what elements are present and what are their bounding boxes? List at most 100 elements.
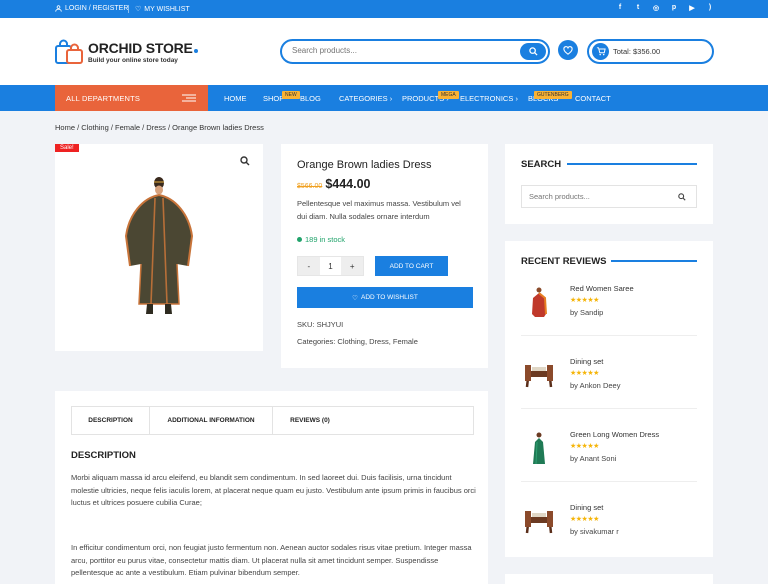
quantity-decrease-button[interactable]: - [298,257,320,275]
review-thumbnail[interactable] [521,430,557,466]
breadcrumb[interactable]: Home / Clothing / Female / Dress / Orang… [55,123,264,132]
product-current-price: $444.00 [325,177,371,191]
nav-item-products[interactable]: MEGAPRODUCTS › [402,91,459,103]
quantity-increase-button[interactable]: + [341,257,364,275]
product-tabs: DESCRIPTION ADDITIONAL INFORMATION REVIE… [71,406,474,435]
product-old-price: $566.00 [297,183,323,190]
review-author: by sivakumar r [570,527,619,536]
header-cart[interactable]: Total: $356.00 [587,39,714,64]
nav-item-categories[interactable]: CATEGORIES › [339,94,392,103]
review-product-title[interactable]: Green Long Women Dress [570,430,659,439]
sale-badge: Sale! [55,144,79,152]
site-header: ORCHID STORE Build your online store tod… [0,18,768,85]
divider [521,335,697,336]
nav-item-blog[interactable]: BLOG [300,94,321,103]
nav-item-blocks[interactable]: GUTENBERGBLOCKS [528,91,572,103]
facebook-icon[interactable]: f [615,4,625,11]
heart-icon [563,45,573,55]
logo-dot [193,49,198,53]
heart-icon: ♡ [352,294,358,302]
sidebar-search-field [521,185,697,208]
header-search [280,39,550,64]
review-thumbnail[interactable] [521,284,557,320]
logo-title: ORCHID STORE [88,40,193,56]
add-to-wishlist-button[interactable]: ♡ ADD TO WISHLIST [297,287,473,308]
nav-item-contact[interactable]: CONTACT [575,94,611,103]
nav-item-electronics[interactable]: ELECTRONICS › [460,94,518,103]
header-search-button[interactable] [520,43,546,60]
product-categories[interactable]: Categories: Clothing, Dress, Female [297,337,418,346]
nav-item-home[interactable]: HOME [224,94,247,103]
top-bar: LOGIN / REGISTER ♡ MY WISHLIST f t ◎ p ▶… [0,0,768,18]
search-icon [528,47,538,56]
in-stock-dot-icon [297,237,302,242]
nav-item-shop[interactable]: NEW SHOP [263,91,300,103]
review-thumbnail[interactable] [521,503,557,539]
nav-badge-new: NEW [282,91,300,99]
twitter-icon[interactable]: t [633,4,643,11]
sidebar-search-input[interactable] [529,192,669,201]
sidebar-search-widget [505,144,713,224]
description-heading: DESCRIPTION [71,450,136,461]
chevron-down-icon: › [389,94,393,103]
review-stars: ★★★★★ [570,516,599,523]
title-underline [611,260,697,262]
rss-icon[interactable]: ) [705,4,715,11]
add-to-cart-button[interactable]: ADD TO CART [375,256,448,276]
tab-reviews[interactable]: REVIEWS (0) [273,407,347,434]
nav-item-label: CATEGORIES [339,94,388,103]
chevron-down-icon: › [515,94,518,103]
quantity-stepper: - 1 + [297,256,364,276]
nav-badge-gutenberg: GUTENBERG [534,91,572,99]
all-departments-button[interactable]: ALL DEPARTMENTS [55,85,208,111]
header-search-input[interactable] [292,46,512,55]
review-product-title[interactable]: Red Women Saree [570,284,634,293]
quantity-input[interactable]: 1 [320,257,342,275]
product-image[interactable] [123,174,195,320]
title-underline [567,163,697,165]
site-logo[interactable]: ORCHID STORE Build your online store tod… [55,39,198,65]
review-stars: ★★★★★ [570,297,599,304]
stock-text: 189 in stock [305,235,346,244]
product-image-panel [55,144,263,351]
user-icon [55,5,62,12]
divider [521,408,697,409]
zoom-magnifier-icon[interactable] [240,156,250,166]
product-price: $566.00 $444.00 [297,177,371,191]
review-stars: ★★★★★ [570,370,599,377]
search-icon[interactable] [678,193,686,201]
recent-reviews-title: RECENT REVIEWS [521,256,607,267]
review-author: by Ankon Deey [570,381,621,390]
product-sku: SKU: SHJYUI [297,320,344,329]
product-title: Orange Brown ladies Dress [297,159,432,171]
youtube-icon[interactable]: ▶ [687,4,697,12]
logo-tagline: Build your online store today [88,57,178,64]
tab-description[interactable]: DESCRIPTION [72,407,150,434]
login-register-link[interactable]: LOGIN / REGISTER [55,5,128,12]
nav-item-label: HOME [224,94,247,103]
review-product-title[interactable]: Dining set [570,357,603,366]
stock-status: 189 in stock [297,235,345,244]
pinterest-icon[interactable]: p [669,4,679,11]
nav-item-label: CONTACT [575,94,611,103]
menu-icon [182,94,196,102]
review-product-title[interactable]: Dining set [570,503,603,512]
sidebar-search-title: SEARCH [521,159,562,170]
shopping-bag-logo-icon [55,39,83,64]
review-stars: ★★★★★ [570,443,599,450]
my-wishlist-label: MY WISHLIST [144,5,190,13]
all-departments-label: ALL DEPARTMENTS [66,94,141,103]
nav-item-label: ELECTRONICS [460,94,514,103]
heart-icon: ♡ [135,6,142,13]
my-wishlist-link[interactable]: ♡ MY WISHLIST [128,5,190,13]
instagram-icon[interactable]: ◎ [651,4,661,12]
main-navigation: ALL DEPARTMENTS HOME NEW SHOP BLOG CATEGO… [0,85,768,111]
product-short-description: Pellentesque vel maximus massa. Vestibul… [297,199,461,221]
nav-item-label: BLOG [300,94,321,103]
sidebar-next-widget [505,574,713,584]
tab-additional-information[interactable]: ADDITIONAL INFORMATION [150,407,273,434]
review-author: by Anant Soni [570,454,617,463]
header-wishlist-button[interactable] [558,40,578,60]
description-paragraph-1: Morbi aliquam massa id arcu eleifend, eu… [71,473,476,507]
review-thumbnail[interactable] [521,357,557,393]
